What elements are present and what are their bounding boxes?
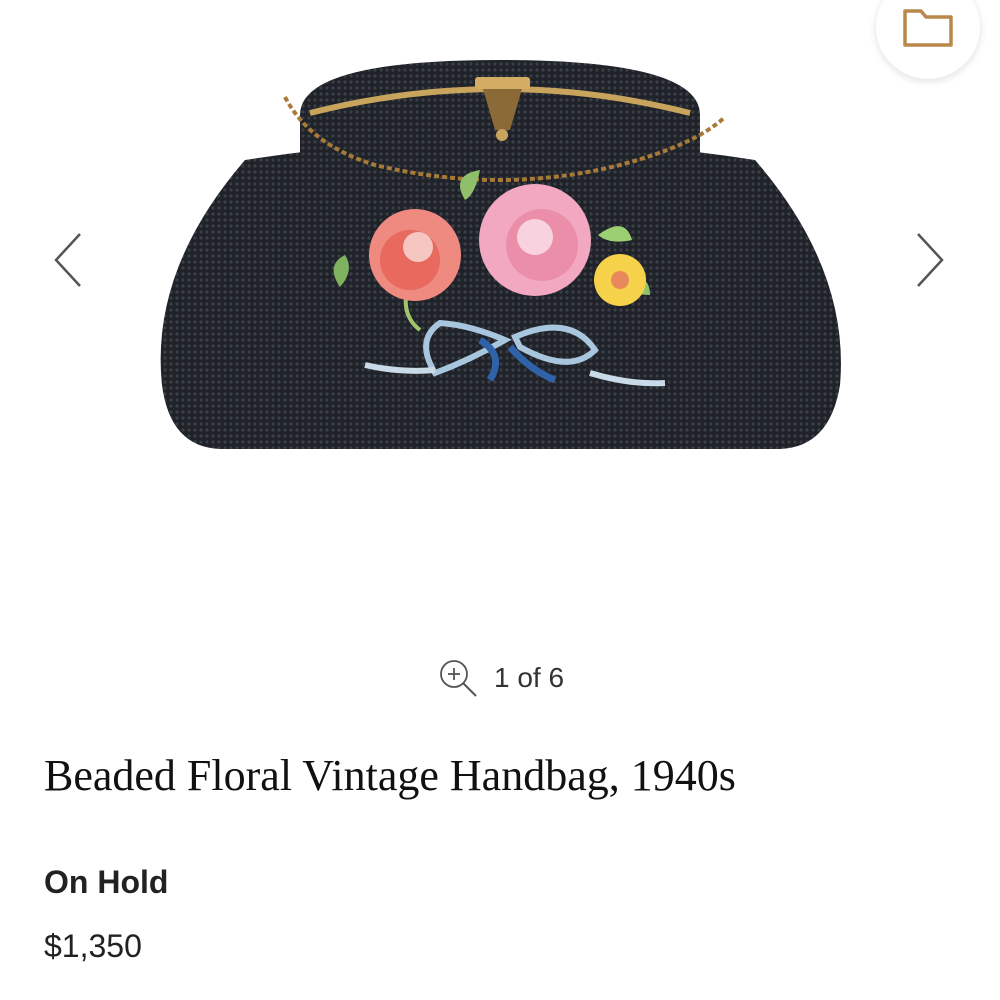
availability-status: On Hold bbox=[44, 864, 169, 900]
zoom-in-icon[interactable] bbox=[436, 656, 482, 700]
chevron-right-icon bbox=[917, 233, 944, 287]
bag-body bbox=[160, 140, 841, 449]
product-title: Beaded Floral Vintage Handbag, 1940s bbox=[44, 751, 736, 800]
save-to-folder-button[interactable] bbox=[876, 0, 980, 79]
image-counter: 1 of 6 bbox=[0, 656, 1000, 700]
chevron-left-icon bbox=[54, 233, 81, 287]
image-counter-text: 1 of 6 bbox=[493, 662, 565, 693]
product-image[interactable] bbox=[150, 55, 850, 460]
folder-icon bbox=[903, 9, 953, 47]
next-image-button[interactable] bbox=[910, 228, 950, 292]
product-price: $1,350 bbox=[44, 928, 142, 964]
previous-image-button[interactable] bbox=[48, 228, 88, 292]
